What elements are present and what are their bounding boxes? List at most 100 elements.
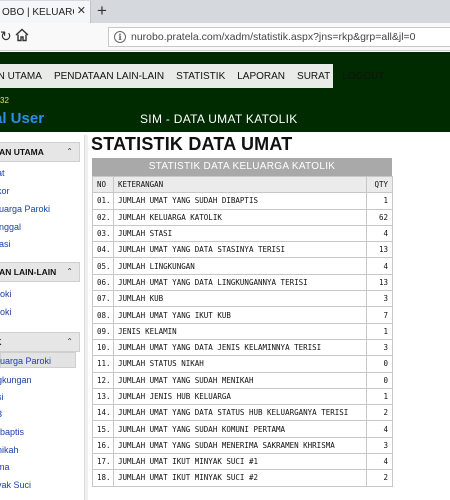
- row-qty: 13: [366, 241, 393, 259]
- sidebar-section-title: AAN UTAMA: [0, 147, 44, 157]
- row-keterangan: JUMLAH JENIS HUB KELUARGA: [113, 387, 367, 406]
- table-row: 15. JUMLAH UMAT YANG SUDAH KOMUNI PERTAMA…: [92, 420, 393, 438]
- sidebar-item[interactable]: at: [0, 168, 5, 178]
- sidebar-item[interactable]: rbaptis: [0, 427, 24, 437]
- browser-tab[interactable]: OBO | KELUARGA KATOLIK ✕: [0, 1, 91, 23]
- row-keterangan: JUMLAH UMAT YANG IKUT KUB: [113, 306, 367, 324]
- row-keterangan: JUMLAH STATUS NIKAH: [113, 355, 367, 373]
- table-row: 06. JUMLAH UMAT YANG DATA LINGKUNGANNYA T…: [92, 273, 393, 292]
- sidebar-item[interactable]: roki: [0, 307, 12, 317]
- home-icon[interactable]: [14, 27, 30, 43]
- row-number: 18.: [92, 469, 114, 487]
- row-keterangan: JUMLAH KELUARGA KATOLIK: [113, 208, 367, 226]
- row-qty: 13: [366, 273, 393, 292]
- site-header: AN UTAMA PENDATAAN LAIN-LAIN STATISTIK L…: [0, 52, 450, 132]
- sidebar-item-label: luarga Paroki: [0, 356, 52, 366]
- row-number: 02.: [92, 208, 114, 226]
- sidebar-item[interactable]: si: [0, 392, 4, 402]
- menu-logout[interactable]: LOGOUT: [342, 71, 384, 82]
- row-keterangan: JUMLAH UMAT YANG DATA LINGKUNGANNYA TERI…: [113, 273, 367, 292]
- menu-laporan[interactable]: LAPORAN: [237, 71, 285, 82]
- sidebar-item[interactable]: gkungan: [0, 375, 32, 385]
- row-qty: 4: [366, 257, 393, 275]
- row-number: 14.: [92, 404, 114, 422]
- row-number: 13.: [92, 387, 114, 406]
- row-number: 06.: [92, 273, 114, 292]
- table-row: 07. JUMLAH KUB 3: [92, 290, 393, 308]
- statistics-table: STATISTIK DATA KELUARGA KATOLIK NO KETER…: [92, 158, 393, 487]
- row-keterangan: JUMLAH STASI: [113, 224, 367, 243]
- collapse-icon[interactable]: ⌃: [66, 147, 73, 156]
- row-number: 17.: [92, 453, 114, 471]
- row-qty: 4: [366, 420, 393, 438]
- row-number: 01.: [92, 192, 114, 210]
- collapse-icon[interactable]: ⌃: [66, 337, 73, 346]
- row-number: 16.: [92, 436, 114, 455]
- close-tab-icon[interactable]: ✕: [77, 4, 86, 17]
- sidebar-section-pendataan-lain-lain[interactable]: AAN LAIN-LAIN ⌃: [0, 262, 80, 282]
- menu-halaman-utama[interactable]: AN UTAMA: [0, 71, 42, 82]
- row-number: 11.: [92, 355, 114, 373]
- row-keterangan: JUMLAH UMAT IKUT MINYAK SUCI #2: [113, 469, 367, 487]
- sidebar-item[interactable]: vak Suci: [0, 480, 31, 490]
- table-row: 05. JUMLAH LINGKUNGAN 4: [92, 257, 393, 275]
- row-number: 10.: [92, 338, 114, 357]
- browser-navigation-bar: ↻ i nurobo.pratela.com/xadm/statistik.as…: [0, 23, 450, 51]
- column-header-keterangan: KETERANGAN: [113, 175, 367, 194]
- row-qty: 2: [366, 469, 393, 487]
- sidebar-item-active[interactable]: luarga Paroki: [0, 352, 76, 368]
- column-header-no: NO: [92, 175, 114, 194]
- menu-statistik[interactable]: STATISTIK: [176, 71, 225, 82]
- row-qty: 62: [366, 208, 393, 226]
- row-keterangan: JENIS KELAMIN: [113, 322, 367, 340]
- row-qty: 4: [366, 453, 393, 471]
- table-row: 17. JUMLAH UMAT IKUT MINYAK SUCI #1 4: [92, 453, 393, 471]
- row-keterangan: JUMLAH LINGKUNGAN: [113, 257, 367, 275]
- sidebar-item[interactable]: nikah: [0, 445, 19, 455]
- sidebar-item[interactable]: lasi: [0, 239, 11, 249]
- menu-surat[interactable]: SURAT: [297, 71, 330, 82]
- table-row: 13. JUMLAH JENIS HUB KELUARGA 1: [92, 387, 393, 406]
- table-row: 09. JENIS KELAMIN 1: [92, 322, 393, 340]
- row-qty: 7: [366, 306, 393, 324]
- address-bar[interactable]: i nurobo.pratela.com/xadm/statistik.aspx…: [108, 27, 450, 47]
- sidebar-section-halaman-utama[interactable]: AAN UTAMA ⌃: [0, 142, 80, 162]
- row-qty: 3: [366, 290, 393, 308]
- sidebar-divider: [84, 135, 88, 500]
- new-tab-icon[interactable]: +: [97, 1, 107, 21]
- sidebar-section-statistik[interactable]: IK ⌃: [0, 332, 80, 352]
- row-qty: 1: [366, 322, 393, 340]
- table-caption: STATISTIK DATA KELUARGA KATOLIK: [92, 158, 392, 176]
- site-info-icon[interactable]: i: [114, 31, 126, 43]
- browser-tab-strip: OBO | KELUARGA KATOLIK ✕ +: [0, 0, 450, 23]
- table-row: 18. JUMLAH UMAT IKUT MINYAK SUCI #2 2: [92, 469, 393, 487]
- table-row: 04. JUMLAH UMAT YANG DATA STASINYA TERISI…: [92, 241, 393, 259]
- sidebar-item[interactable]: kor: [0, 186, 10, 196]
- row-number: 09.: [92, 322, 114, 340]
- row-number: 03.: [92, 224, 114, 243]
- table-row: 14. JUMLAH UMAT YANG DATA STATUS HUB KELU…: [92, 404, 393, 422]
- table-header-row: NO KETERANGAN QTY: [92, 175, 393, 194]
- sidebar-item[interactable]: roki: [0, 289, 12, 299]
- table-row: 12. JUMLAH UMAT YANG SUDAH MENIKAH 0: [92, 371, 393, 389]
- sidebar-item[interactable]: inggal: [0, 222, 21, 232]
- row-qty: 1: [366, 192, 393, 210]
- row-number: 15.: [92, 420, 114, 438]
- row-qty: 1: [366, 387, 393, 406]
- table-row: 01. JUMLAH UMAT YANG SUDAH DIBAPTIS 1: [92, 192, 393, 210]
- sidebar-item[interactable]: ma: [0, 462, 10, 472]
- row-keterangan: JUMLAH UMAT YANG SUDAH KOMUNI PERTAMA: [113, 420, 367, 438]
- menu-pendataan-lain-lain[interactable]: PENDATAAN LAIN-LAIN: [54, 71, 164, 82]
- table-row: 11. JUMLAH STATUS NIKAH 0: [92, 355, 393, 373]
- sidebar: AAN UTAMA ⌃ at kor luarga Paroki inggal …: [0, 135, 84, 500]
- row-keterangan: JUMLAH UMAT YANG SUDAH MENIKAH: [113, 371, 367, 389]
- sidebar-item[interactable]: luarga Paroki: [0, 204, 50, 214]
- page-title: STATISTIK DATA UMAT: [91, 134, 293, 154]
- site-title: SIM - DATA UMAT KATOLIK: [140, 112, 298, 126]
- url-text: nurobo.pratela.com/xadm/statistik.aspx?j…: [131, 31, 416, 43]
- sidebar-item[interactable]: 3: [0, 409, 2, 419]
- reload-icon[interactable]: ↻: [0, 28, 12, 45]
- collapse-icon[interactable]: ⌃: [66, 267, 73, 276]
- user-label: al User: [0, 110, 45, 127]
- sidebar-section-title: AAN LAIN-LAIN: [0, 267, 57, 277]
